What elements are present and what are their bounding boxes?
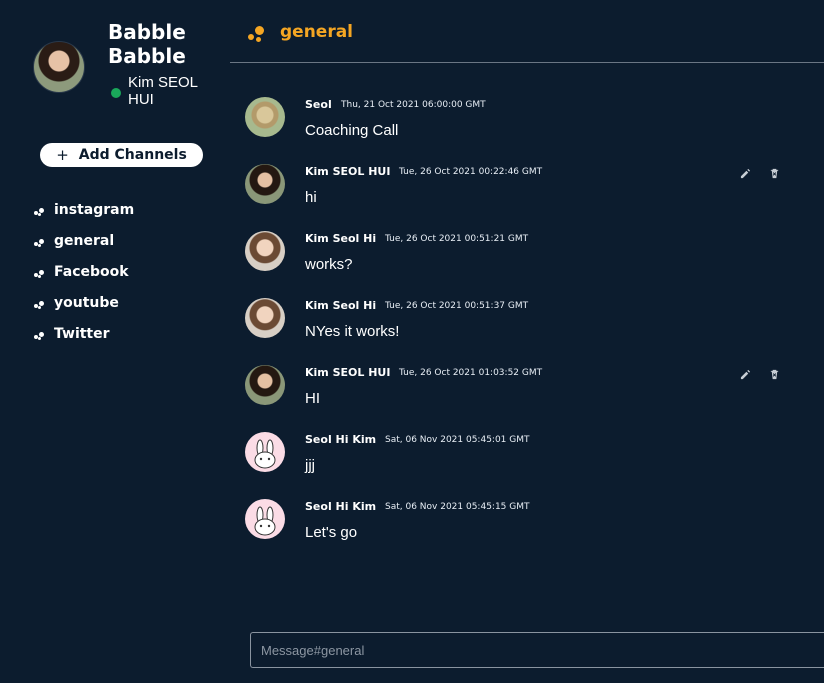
message-item: Kim SEOL HUI Tue, 26 Oct 2021 01:03:52 G… [245,354,805,421]
message-item: Seol Hi Kim Sat, 06 Nov 2021 05:45:01 GM… [245,421,805,488]
channel-dots-icon [248,24,266,44]
channel-title: general [280,22,354,42]
bunny-icon[interactable] [245,499,285,539]
add-channels-label: Add Channels [78,147,187,163]
message-author: Seol Hi Kim [305,433,377,446]
channel-label: Twitter [54,325,110,342]
bunny-face-icon [254,506,276,536]
channel-item-instagram[interactable]: instagram [33,194,134,225]
plus-icon: + [56,146,69,164]
channel-item-twitter[interactable]: Twitter [33,318,134,349]
pencil-icon[interactable] [740,369,751,380]
message-timestamp: Sat, 06 Nov 2021 05:45:01 GMT [385,435,530,445]
message-author: Seol [305,98,332,111]
pencil-icon[interactable] [740,168,751,179]
message-avatar[interactable] [245,231,285,271]
message-timestamp: Sat, 06 Nov 2021 05:45:15 GMT [385,502,530,512]
add-channels-button[interactable]: + Add Channels [40,143,203,167]
message-timestamp: Tue, 26 Oct 2021 00:51:21 GMT [385,234,529,244]
profile-avatar[interactable] [33,41,85,93]
message-item: Seol Hi Kim Sat, 06 Nov 2021 05:45:15 GM… [245,488,805,555]
message-author: Kim Seol Hi [305,299,377,312]
channel-item-facebook[interactable]: Facebook [33,256,134,287]
message-timestamp: Tue, 26 Oct 2021 00:51:37 GMT [385,301,529,311]
message-timestamp: Tue, 26 Oct 2021 00:22:46 GMT [399,167,543,177]
channel-list: instagram general Facebook youtube Twitt… [33,194,134,349]
message-avatar[interactable] [245,164,285,204]
message-item: Kim SEOL HUI Tue, 26 Oct 2021 00:22:46 G… [245,153,805,220]
trash-icon[interactable] [769,369,780,380]
channel-label: general [54,232,115,249]
channel-label: Facebook [54,263,129,280]
channel-label: instagram [54,201,135,218]
message-text: HI [305,390,320,407]
message-actions [740,168,780,179]
trash-icon[interactable] [769,168,780,179]
message-actions [740,369,780,380]
message-text: Let's go [305,524,358,541]
message-item: Seol Thu, 21 Oct 2021 06:00:00 GMT Coach… [245,86,805,153]
message-text: NYes it works! [305,323,400,340]
message-timestamp: Thu, 21 Oct 2021 06:00:00 GMT [341,100,486,110]
message-input[interactable] [251,633,824,667]
channel-item-youtube[interactable]: youtube [33,287,134,318]
channel-dots-icon [33,327,47,341]
message-text: works? [305,256,353,273]
channel-item-general[interactable]: general [33,225,134,256]
channel-dots-icon [33,234,47,248]
online-status-dot [111,88,121,98]
message-item: Kim Seol Hi Tue, 26 Oct 2021 00:51:37 GM… [245,287,805,354]
message-author: Kim SEOL HUI [305,165,391,178]
message-composer [250,632,824,668]
message-text: hi [305,189,317,206]
sidebar: Babble Babble Kim SEOL HUI + Add Channel… [0,0,230,683]
bunny-icon[interactable] [245,432,285,472]
message-timestamp: Tue, 26 Oct 2021 01:03:52 GMT [399,368,543,378]
message-avatar[interactable] [245,298,285,338]
message-author: Seol Hi Kim [305,500,377,513]
channel-dots-icon [33,265,47,279]
channel-header: general [230,0,824,63]
channel-dots-icon [33,296,47,310]
app-title: Babble Babble [108,20,186,68]
message-text: Coaching Call [305,122,399,139]
message-item: Kim Seol Hi Tue, 26 Oct 2021 00:51:21 GM… [245,220,805,287]
message-author: Kim Seol Hi [305,232,377,245]
channel-dots-icon [33,203,47,217]
message-avatar[interactable] [245,97,285,137]
message-author: Kim SEOL HUI [305,366,391,379]
channel-label: youtube [54,294,119,311]
bunny-face-icon [254,439,276,469]
message-avatar[interactable] [245,365,285,405]
message-list: Seol Thu, 21 Oct 2021 06:00:00 GMT Coach… [245,86,805,555]
message-text: jjj [305,457,315,474]
current-user-name: Kim SEOL HUI [128,74,198,108]
